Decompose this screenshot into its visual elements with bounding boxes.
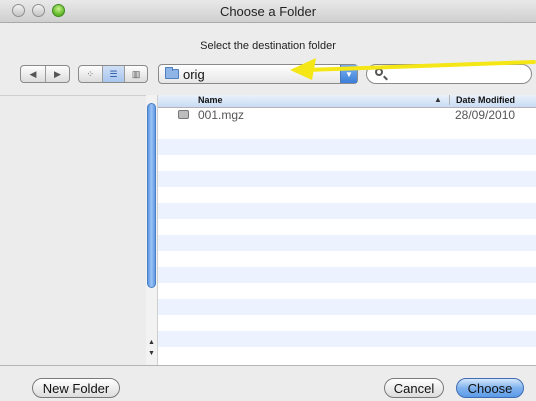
choose-button[interactable]: Choose: [456, 378, 524, 398]
new-folder-button[interactable]: New Folder: [32, 378, 120, 398]
arrow-head: [290, 58, 316, 80]
arrow-shaft: [304, 60, 536, 72]
annotation-arrow: [290, 58, 536, 80]
button-bar: New Folder Cancel Choose: [0, 365, 536, 401]
cancel-button[interactable]: Cancel: [384, 378, 444, 398]
